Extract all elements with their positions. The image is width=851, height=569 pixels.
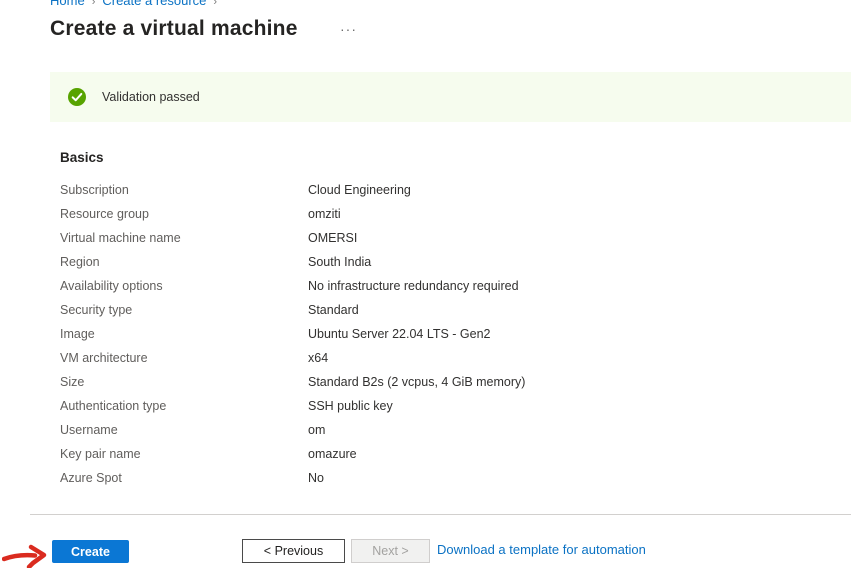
detail-row: Resource group omziti xyxy=(60,202,800,226)
red-arrow-annotation-icon xyxy=(2,542,50,568)
details-rows: Subscription Cloud Engineering Resource … xyxy=(60,178,800,490)
breadcrumb-link-create-a-resource[interactable]: Create a resource xyxy=(102,0,206,8)
next-button-disabled[interactable]: Next > xyxy=(351,539,430,563)
row-value: OMERSI xyxy=(308,226,357,250)
detail-row: Key pair name omazure xyxy=(60,442,800,466)
row-value: No infrastructure redundancy required xyxy=(308,274,519,298)
validation-banner-text: Validation passed xyxy=(102,90,200,104)
row-value: SSH public key xyxy=(308,394,393,418)
row-value: Standard xyxy=(308,298,359,322)
row-value: omazure xyxy=(308,442,357,466)
breadcrumb-link-home[interactable]: Home xyxy=(50,0,85,8)
row-label: Region xyxy=(60,250,308,274)
section-title-basics: Basics xyxy=(60,150,104,165)
detail-row: Region South India xyxy=(60,250,800,274)
row-label: Username xyxy=(60,418,308,442)
validation-banner: Validation passed xyxy=(50,72,851,122)
detail-row: Username om xyxy=(60,418,800,442)
row-value: South India xyxy=(308,250,371,274)
download-template-link[interactable]: Download a template for automation xyxy=(437,542,646,557)
detail-row: Subscription Cloud Engineering xyxy=(60,178,800,202)
row-label: VM architecture xyxy=(60,346,308,370)
create-button[interactable]: Create xyxy=(52,540,129,563)
row-label: Authentication type xyxy=(60,394,308,418)
detail-row: Image Ubuntu Server 22.04 LTS - Gen2 xyxy=(60,322,800,346)
detail-row: Azure Spot No xyxy=(60,466,800,490)
row-value: Ubuntu Server 22.04 LTS - Gen2 xyxy=(308,322,491,346)
row-value: Standard B2s (2 vcpus, 4 GiB memory) xyxy=(308,370,525,394)
breadcrumb: Home › Create a resource › xyxy=(50,0,224,9)
breadcrumb-separator: › xyxy=(213,0,217,8)
detail-row: Security type Standard xyxy=(60,298,800,322)
page-title: Create a virtual machine xyxy=(50,17,298,41)
row-value: omziti xyxy=(308,202,341,226)
more-options-icon[interactable]: ··· xyxy=(340,21,357,37)
row-label: Subscription xyxy=(60,178,308,202)
success-check-icon xyxy=(68,88,86,106)
row-value: x64 xyxy=(308,346,328,370)
breadcrumb-separator: › xyxy=(92,0,96,8)
row-label: Virtual machine name xyxy=(60,226,308,250)
detail-row: Size Standard B2s (2 vcpus, 4 GiB memory… xyxy=(60,370,800,394)
footer-divider xyxy=(30,514,851,515)
row-label: Resource group xyxy=(60,202,308,226)
detail-row: Availability options No infrastructure r… xyxy=(60,274,800,298)
row-label: Image xyxy=(60,322,308,346)
row-label: Security type xyxy=(60,298,308,322)
detail-row: Virtual machine name OMERSI xyxy=(60,226,800,250)
row-label: Availability options xyxy=(60,274,308,298)
row-label: Key pair name xyxy=(60,442,308,466)
row-value: Cloud Engineering xyxy=(308,178,411,202)
row-label: Size xyxy=(60,370,308,394)
row-value: om xyxy=(308,418,325,442)
row-label: Azure Spot xyxy=(60,466,308,490)
detail-row: VM architecture x64 xyxy=(60,346,800,370)
previous-button[interactable]: < Previous xyxy=(242,539,345,563)
detail-row: Authentication type SSH public key xyxy=(60,394,800,418)
row-value: No xyxy=(308,466,324,490)
